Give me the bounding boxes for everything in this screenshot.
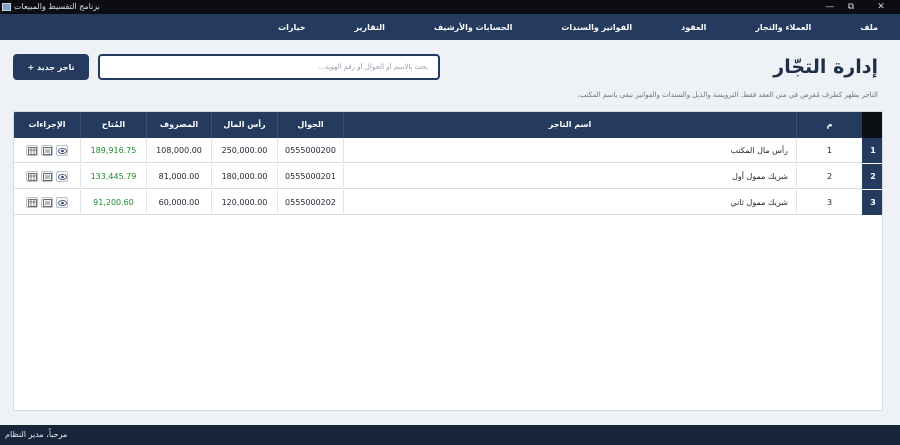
- row-actions: [14, 138, 80, 163]
- cell-name: شريك ممول أول: [343, 164, 796, 189]
- page-title: إدارة التجّار: [773, 56, 878, 78]
- cell-capital: 180,000.00: [211, 164, 277, 189]
- row-actions: [14, 190, 80, 215]
- menu-bar: ملف العملاء والتجار العقود الفواتير والس…: [0, 14, 900, 40]
- row-actions: [14, 164, 80, 189]
- column-header-available[interactable]: المُتاح: [80, 112, 146, 138]
- cell-phone: 0555000201: [277, 164, 343, 189]
- row-header[interactable]: 2: [862, 164, 882, 189]
- cell-index: 2: [796, 164, 862, 189]
- search-input[interactable]: [98, 54, 440, 80]
- column-header-capital[interactable]: رأس المال: [211, 112, 277, 138]
- statement-button[interactable]: [26, 171, 38, 182]
- edit-icon: [42, 146, 52, 155]
- cell-phone: 0555000202: [277, 190, 343, 215]
- menu-invoices-vouchers[interactable]: الفواتير والسندات: [561, 23, 632, 32]
- cell-capital: 120,000.00: [211, 190, 277, 215]
- cell-name: شريك ممول ثاني: [343, 190, 796, 215]
- menu-contracts[interactable]: العقود: [681, 23, 706, 32]
- cell-name: رأس مال المكتب: [343, 138, 796, 163]
- menu-accounts-archive[interactable]: الحسابات والأرشيف: [434, 23, 512, 32]
- status-bar: مرحباً، مدير النظام: [0, 425, 900, 445]
- eye-icon: [57, 199, 67, 206]
- statement-icon: [27, 172, 37, 181]
- close-button[interactable]: ✕: [866, 0, 896, 14]
- column-header-phone[interactable]: الجوال: [277, 112, 343, 138]
- column-header-index[interactable]: م: [796, 112, 862, 138]
- menu-options[interactable]: خيارات: [278, 23, 305, 32]
- maximize-button[interactable]: ⧉: [836, 0, 866, 14]
- cell-expenses: 108,000.00: [146, 138, 211, 163]
- table-row[interactable]: 3 3 شريك ممول ثاني 0555000202 120,000.00…: [14, 190, 882, 215]
- table-header: م اسم التاجر الجوال رأس المال المصروف ال…: [14, 112, 882, 138]
- table-row[interactable]: 2 2 شريك ممول أول 0555000201 180,000.00 …: [14, 164, 882, 189]
- view-button[interactable]: [56, 145, 68, 156]
- row-header[interactable]: 3: [862, 190, 882, 215]
- table-row[interactable]: 1 1 رأس مال المكتب 0555000200 250,000.00…: [14, 138, 882, 163]
- cell-phone: 0555000200: [277, 138, 343, 163]
- header-corner: [862, 112, 882, 138]
- cell-available: 133,445.79: [80, 164, 146, 189]
- view-button[interactable]: [56, 197, 68, 208]
- menu-reports[interactable]: التقارير: [355, 23, 385, 32]
- cell-capital: 250,000.00: [211, 138, 277, 163]
- edit-icon: [42, 198, 52, 207]
- cell-index: 3: [796, 190, 862, 215]
- cell-expenses: 81,000.00: [146, 164, 211, 189]
- window-title: برنامج التقسيط والمبيعات: [14, 2, 100, 11]
- status-text: مرحباً، مدير النظام: [5, 430, 68, 439]
- eye-icon: [57, 147, 67, 154]
- cell-index: 1: [796, 138, 862, 163]
- statement-icon: [27, 198, 37, 207]
- merchants-table-panel: م اسم التاجر الجوال رأس المال المصروف ال…: [13, 111, 883, 411]
- statement-button[interactable]: [26, 145, 38, 156]
- edit-button[interactable]: [41, 171, 53, 182]
- column-header-actions[interactable]: الإجراءات: [14, 112, 80, 138]
- edit-icon: [42, 172, 52, 181]
- menu-file[interactable]: ملف: [860, 23, 878, 32]
- cell-available: 189,916.75: [80, 138, 146, 163]
- eye-icon: [57, 173, 67, 180]
- column-header-expenses[interactable]: المصروف: [146, 112, 211, 138]
- add-merchant-button[interactable]: + تاجر جديد: [13, 54, 89, 80]
- view-button[interactable]: [56, 171, 68, 182]
- menu-clients-merchants[interactable]: العملاء والتجار: [755, 23, 811, 32]
- statement-button[interactable]: [26, 197, 38, 208]
- edit-button[interactable]: [41, 197, 53, 208]
- row-header[interactable]: 1: [862, 138, 882, 163]
- statement-icon: [27, 146, 37, 155]
- window-title-bar: برنامج التقسيط والمبيعات — ⧉ ✕: [0, 0, 900, 14]
- column-header-name[interactable]: اسم التاجر: [343, 112, 796, 138]
- app-icon: [2, 3, 11, 11]
- cell-expenses: 60,000.00: [146, 190, 211, 215]
- info-hint: التاجر يظهر كطرف مُقرِض في متن العقد فقط…: [577, 91, 878, 99]
- cell-available: 91,200.60: [80, 190, 146, 215]
- edit-button[interactable]: [41, 145, 53, 156]
